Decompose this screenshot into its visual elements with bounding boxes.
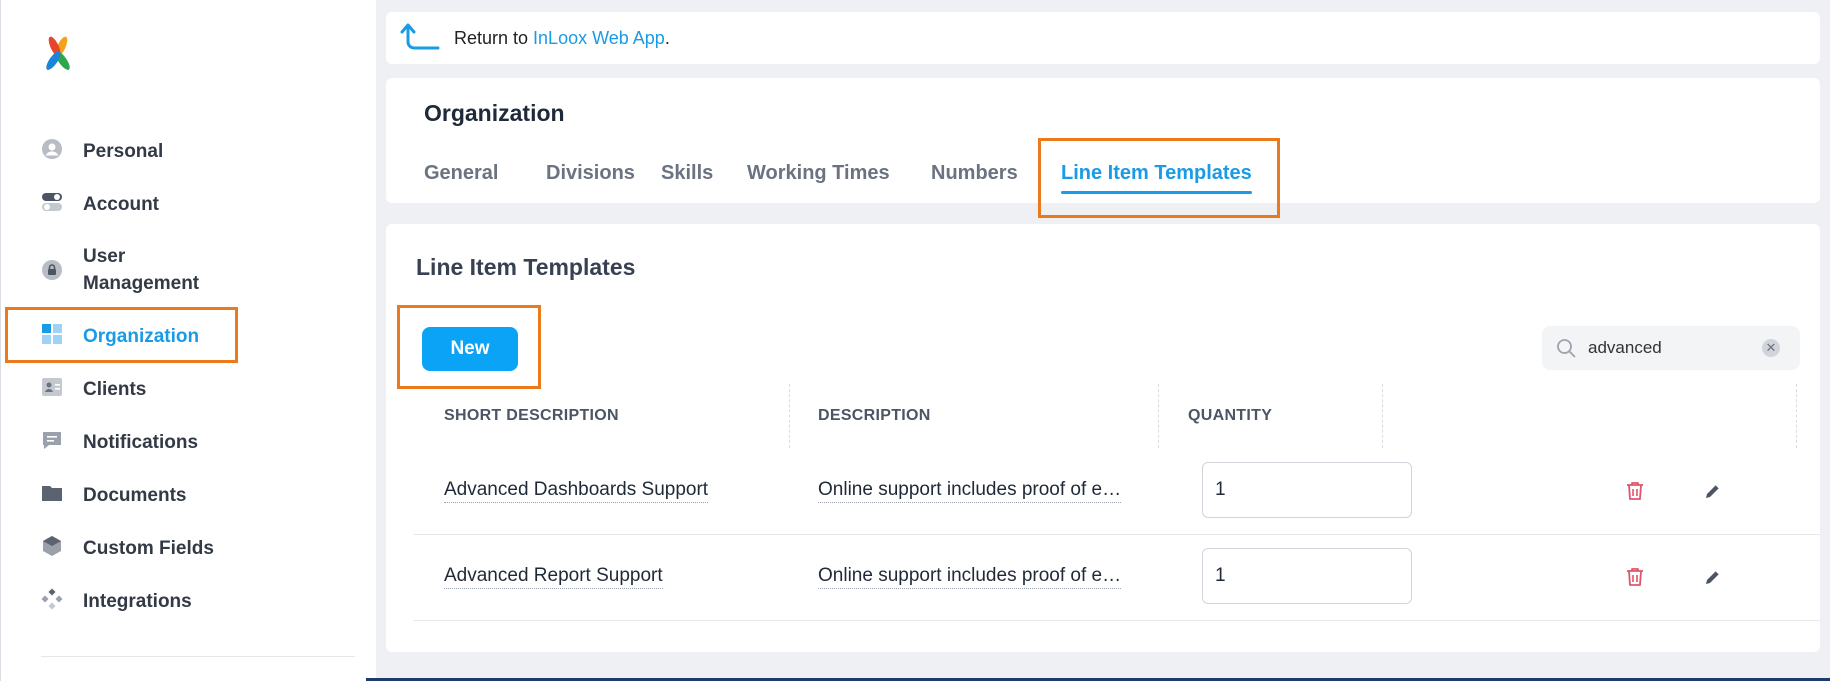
column-header-quantity[interactable]: QUANTITY bbox=[1188, 384, 1272, 448]
new-button[interactable]: New bbox=[422, 327, 518, 371]
column-header-short-description[interactable]: SHORT DESCRIPTION bbox=[444, 384, 619, 448]
return-suffix: . bbox=[664, 27, 670, 48]
user-icon bbox=[41, 138, 63, 160]
table-row[interactable]: Advanced Dashboards Support Online suppo… bbox=[414, 448, 1820, 535]
table-header: SHORT DESCRIPTION DESCRIPTION QUANTITY bbox=[414, 384, 1820, 448]
line-item-templates-card: Line Item Templates New ✕ SHORT DESCRIPT… bbox=[386, 224, 1820, 652]
return-prefix: Return to bbox=[454, 27, 534, 48]
column-separator bbox=[789, 384, 790, 448]
organization-card: Organization General Divisions Skills Wo… bbox=[386, 78, 1820, 203]
sidebar-item-label: Notifications bbox=[83, 432, 199, 453]
sidebar-item-custom-fields[interactable]: Custom Fields bbox=[41, 535, 214, 562]
sidebar-divider bbox=[41, 656, 355, 657]
puzzle-icon bbox=[41, 588, 63, 610]
sidebar-item-integrations[interactable]: Integrations bbox=[41, 588, 192, 615]
search-box: ✕ bbox=[1542, 326, 1800, 370]
toggle-icon bbox=[41, 191, 63, 213]
section-title: Line Item Templates bbox=[416, 254, 636, 280]
sidebar-item-label: Documents bbox=[83, 485, 187, 506]
short-description-cell: Advanced Dashboards Support bbox=[444, 448, 709, 534]
sidebar-item-label: Integrations bbox=[83, 591, 192, 612]
tab-line-item-templates[interactable]: Line Item Templates bbox=[1061, 162, 1252, 194]
delete-icon[interactable] bbox=[1624, 566, 1646, 588]
inloox-web-app-link[interactable]: InLoox Web App bbox=[533, 28, 665, 49]
sidebar-item-account[interactable]: Account bbox=[41, 191, 159, 218]
column-separator bbox=[1382, 384, 1383, 448]
contact-card-icon bbox=[41, 376, 63, 398]
sidebar-item-label: Custom Fields bbox=[83, 538, 214, 559]
sidebar: Personal Account User Management Organiz… bbox=[0, 0, 376, 681]
delete-icon[interactable] bbox=[1624, 480, 1646, 502]
grid-icon bbox=[41, 323, 63, 345]
column-separator bbox=[1158, 384, 1159, 448]
clear-search-icon[interactable]: ✕ bbox=[1762, 339, 1780, 357]
return-arrow-icon bbox=[400, 23, 440, 50]
table-row[interactable]: Advanced Report Support Online support i… bbox=[414, 534, 1820, 621]
sidebar-item-label: Account bbox=[83, 194, 159, 215]
sidebar-item-user-management[interactable]: User Management bbox=[41, 243, 241, 297]
sidebar-item-personal[interactable]: Personal bbox=[41, 138, 163, 165]
search-icon bbox=[1557, 339, 1576, 358]
description-cell: Online support includes proof of e… bbox=[818, 534, 1122, 620]
quantity-input[interactable] bbox=[1202, 462, 1412, 518]
inloox-logo bbox=[46, 36, 70, 70]
edit-pencil-icon[interactable] bbox=[1702, 566, 1724, 588]
sidebar-item-documents[interactable]: Documents bbox=[41, 482, 186, 509]
sidebar-item-label: Organization bbox=[83, 326, 200, 347]
description-cell: Online support includes proof of e… bbox=[818, 448, 1122, 534]
sidebar-item-label: User Management bbox=[83, 246, 200, 294]
sidebar-item-label: Personal bbox=[83, 141, 164, 162]
column-separator bbox=[1796, 384, 1797, 448]
sidebar-item-label: Clients bbox=[83, 379, 147, 400]
return-bar: Return to InLoox Web App . bbox=[386, 12, 1820, 64]
sidebar-item-notifications[interactable]: Notifications bbox=[41, 429, 198, 456]
edit-pencil-icon[interactable] bbox=[1702, 480, 1724, 502]
chat-icon bbox=[41, 429, 63, 451]
folder-icon bbox=[41, 482, 63, 504]
tab-numbers[interactable]: Numbers bbox=[931, 162, 1018, 185]
main-content: Return to InLoox Web App . Organization … bbox=[376, 0, 1830, 681]
sidebar-item-organization[interactable]: Organization bbox=[41, 323, 199, 350]
cube-icon bbox=[41, 535, 63, 557]
sidebar-item-clients[interactable]: Clients bbox=[41, 376, 146, 403]
column-header-description[interactable]: DESCRIPTION bbox=[818, 384, 931, 448]
quantity-input[interactable] bbox=[1202, 548, 1412, 604]
tab-divisions[interactable]: Divisions bbox=[546, 162, 635, 185]
short-description-cell: Advanced Report Support bbox=[444, 534, 663, 620]
tab-skills[interactable]: Skills bbox=[661, 162, 713, 185]
tab-working-times[interactable]: Working Times bbox=[747, 162, 890, 185]
page-title: Organization bbox=[424, 100, 565, 126]
lock-icon bbox=[41, 259, 63, 281]
tab-general[interactable]: General bbox=[424, 162, 498, 185]
search-input[interactable] bbox=[1586, 337, 1760, 359]
